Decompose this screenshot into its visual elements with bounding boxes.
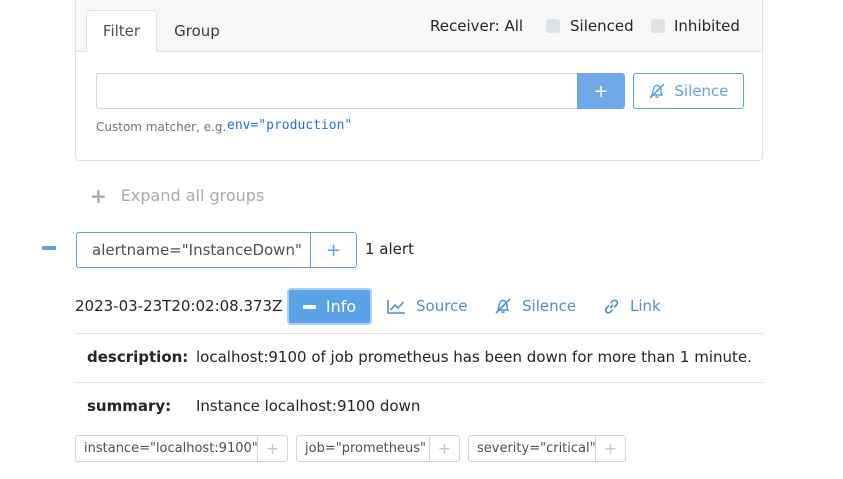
silenced-label: Silenced — [570, 17, 634, 35]
label-add-button[interactable]: + — [430, 435, 460, 462]
link-icon — [604, 298, 619, 314]
annotation-value: Instance localhost:9100 down — [196, 397, 421, 415]
expand-all-groups[interactable]: + Expand all groups — [90, 183, 265, 208]
tab-group[interactable]: Group — [165, 10, 229, 52]
bell-slash-icon — [495, 298, 511, 314]
label-add-button[interactable]: + — [596, 435, 626, 462]
annotation-key: description: — [87, 348, 189, 366]
tab-filter[interactable]: Filter — [86, 10, 157, 52]
silence-button[interactable]: Silence — [633, 73, 744, 109]
inhibited-checkbox[interactable] — [651, 19, 665, 33]
divider — [75, 382, 763, 383]
label-add-button[interactable]: + — [258, 435, 288, 462]
link-label: Link — [630, 297, 661, 315]
silence-button-label: Silence — [674, 82, 729, 100]
label-job[interactable]: job="prometheus" + — [296, 435, 460, 462]
divider — [75, 333, 763, 334]
source-link[interactable]: Source — [387, 297, 468, 315]
alert-silence-link[interactable]: Silence — [494, 297, 576, 315]
alert-link[interactable]: Link — [603, 297, 661, 315]
inhibited-label: Inhibited — [674, 17, 740, 35]
minus-icon — [302, 304, 316, 309]
silenced-checkbox[interactable] — [546, 19, 560, 33]
add-filter-button[interactable]: + — [577, 73, 625, 109]
label-text[interactable]: job="prometheus" — [296, 435, 430, 462]
label-text[interactable]: instance="localhost:9100" — [75, 435, 258, 462]
chart-line-icon — [387, 299, 405, 314]
group-matcher[interactable]: alertname="InstanceDown" — [76, 232, 311, 268]
info-button[interactable]: Info — [287, 288, 372, 325]
expand-all-label: Expand all groups — [120, 186, 265, 205]
receiver-selector[interactable]: Receiver: All — [430, 17, 523, 35]
label-severity[interactable]: severity="critical" + — [468, 435, 626, 462]
alert-timestamp: 2023-03-23T20:02:08.373Z — [75, 297, 283, 315]
alert-silence-label: Silence — [522, 297, 577, 315]
label-instance[interactable]: instance="localhost:9100" + — [75, 435, 288, 462]
matcher-hint: Custom matcher, e.g. — [96, 120, 227, 134]
matcher-hint-example: env="production" — [227, 118, 353, 133]
source-label: Source — [416, 297, 468, 315]
annotation-value: localhost:9100 of job prometheus has bee… — [196, 348, 752, 366]
info-button-label: Info — [325, 297, 357, 316]
annotation-key: summary: — [87, 397, 172, 415]
label-text[interactable]: severity="critical" — [468, 435, 596, 462]
minus-icon[interactable] — [42, 246, 56, 250]
filter-input[interactable] — [96, 73, 578, 109]
alert-count: 1 alert — [365, 240, 414, 258]
plus-icon: + — [90, 183, 107, 208]
bell-slash-icon — [649, 83, 666, 99]
group-add-filter-button[interactable]: + — [310, 232, 357, 268]
